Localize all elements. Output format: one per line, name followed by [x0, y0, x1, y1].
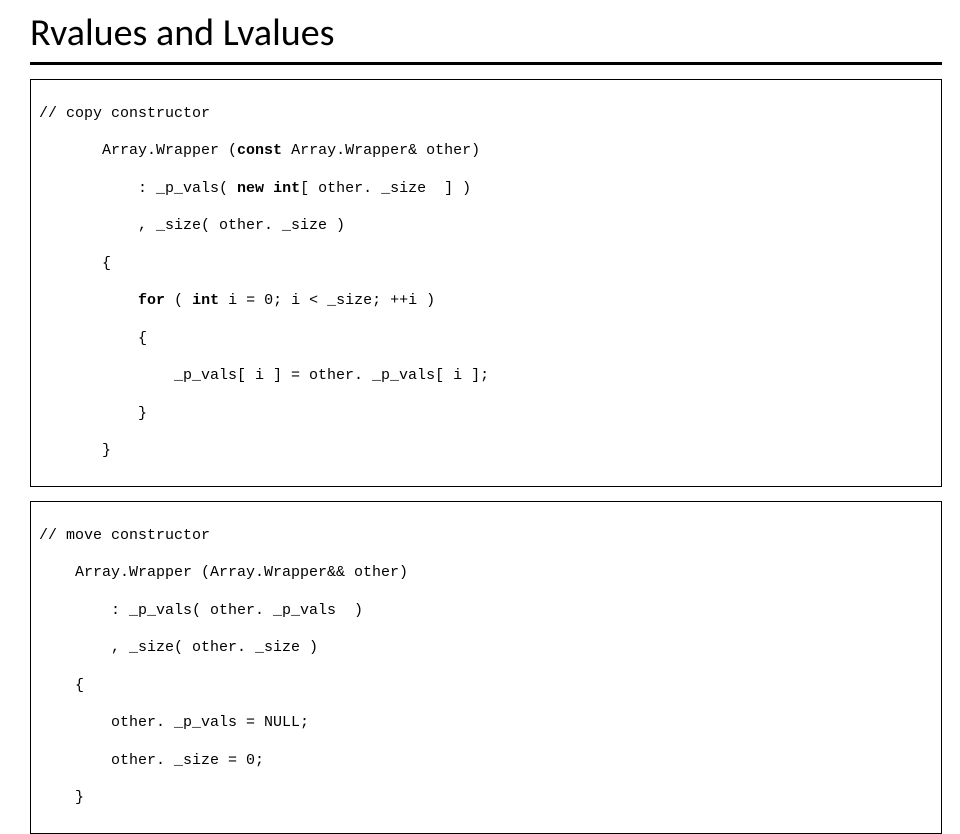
code-box-copy-constructor: // copy constructor Array.Wrapper (const…	[30, 79, 942, 487]
code-keyword: int	[192, 292, 219, 309]
code-text	[39, 292, 138, 309]
code-line: other. _size = 0;	[39, 752, 933, 771]
code-line: // move constructor	[39, 527, 933, 546]
code-line: : _p_vals( new int[ other. _size ] )	[39, 180, 933, 199]
code-text	[264, 180, 273, 197]
code-line: for ( int i = 0; i < _size; ++i )	[39, 292, 933, 311]
code-line: , _size( other. _size )	[39, 639, 933, 658]
code-line: }	[39, 442, 933, 461]
code-line: Array.Wrapper (const Array.Wrapper& othe…	[39, 142, 933, 161]
code-text: : _p_vals(	[39, 180, 237, 197]
title-underline	[30, 62, 942, 65]
code-box-move-constructor: // move constructor Array.Wrapper (Array…	[30, 501, 942, 834]
code-line: _p_vals[ i ] = other. _p_vals[ i ];	[39, 367, 933, 386]
code-text: Array.Wrapper (	[39, 142, 237, 159]
code-text: Array.Wrapper& other)	[282, 142, 480, 159]
code-line: }	[39, 405, 933, 424]
code-keyword: int	[273, 180, 300, 197]
code-line: other. _p_vals = NULL;	[39, 714, 933, 733]
code-text: (	[165, 292, 192, 309]
code-text: i = 0; i < _size; ++i )	[219, 292, 435, 309]
code-line: }	[39, 789, 933, 808]
slide-title: Rvalues and Lvalues	[30, 10, 942, 56]
code-line: , _size( other. _size )	[39, 217, 933, 236]
code-line: Array.Wrapper (Array.Wrapper&& other)	[39, 564, 933, 583]
code-keyword: const	[237, 142, 282, 159]
code-line: {	[39, 677, 933, 696]
code-line: : _p_vals( other. _p_vals )	[39, 602, 933, 621]
code-line: {	[39, 255, 933, 274]
code-line: // copy constructor	[39, 105, 933, 124]
code-keyword: for	[138, 292, 165, 309]
slide-container: Rvalues and Lvalues // copy constructor …	[0, 0, 960, 540]
code-keyword: new	[237, 180, 264, 197]
code-text: [ other. _size ] )	[300, 180, 471, 197]
code-line: {	[39, 330, 933, 349]
